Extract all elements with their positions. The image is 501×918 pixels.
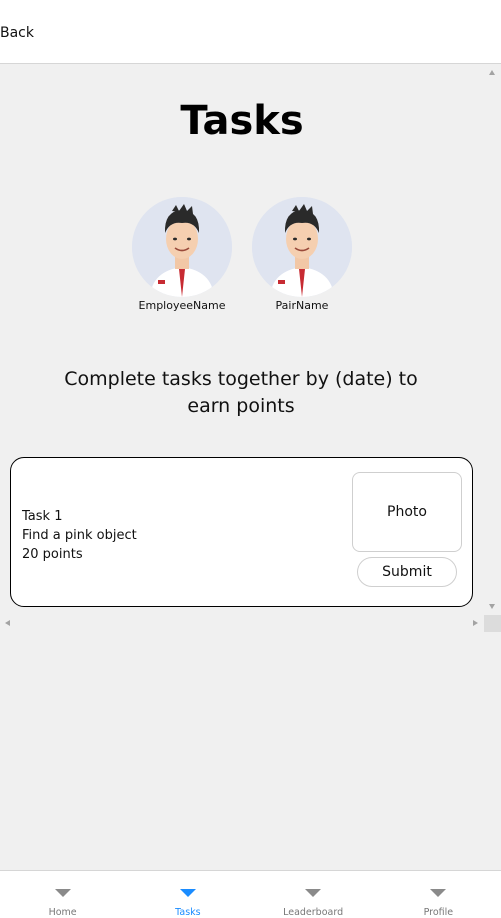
task-prompt: Complete tasks together by (date) to ear… — [64, 368, 418, 417]
pair-name-label: PairName — [275, 299, 329, 312]
scroll-left-icon[interactable] — [5, 620, 10, 626]
tasks-tab-icon — [179, 889, 196, 897]
tab-profile-label: Profile — [423, 907, 454, 918]
bottom-tab-bar: Home Tasks Leaderboard Profile — [0, 870, 501, 918]
pair-avatar-icon — [252, 197, 352, 297]
back-button[interactable]: Back — [0, 25, 34, 41]
pair-avatar-group: PairName — [252, 197, 352, 312]
tab-leaderboard-label: Leaderboard — [283, 907, 344, 918]
employee-name-label: EmployeeName — [138, 299, 226, 312]
tab-home-label: Home — [48, 907, 77, 918]
tab-tasks[interactable]: Tasks — [125, 871, 250, 918]
leaderboard-tab-icon — [305, 889, 322, 897]
vertical-scrollbar[interactable] — [484, 64, 501, 615]
task-title: Task 1 — [22, 509, 63, 524]
home-tab-icon — [54, 889, 71, 897]
employee-avatar-group: EmployeeName — [132, 197, 232, 312]
task-info: Task 1 Find a pink object 20 points — [22, 507, 137, 564]
page-title: Tasks — [180, 98, 304, 144]
tab-tasks-label: Tasks — [175, 907, 201, 918]
scroll-right-icon[interactable] — [473, 620, 478, 626]
task-card: Task 1 Find a pink object 20 points Phot… — [10, 457, 473, 607]
scroll-up-icon[interactable] — [489, 70, 495, 75]
main-content: Tasks EmployeeName PairName Complete tas… — [0, 64, 501, 870]
submit-button[interactable]: Submit — [357, 557, 457, 587]
tab-profile[interactable]: Profile — [376, 871, 501, 918]
photo-label: Photo — [387, 504, 427, 520]
scroll-corner — [484, 615, 501, 632]
profile-tab-icon — [430, 889, 447, 897]
top-bar: Back — [0, 0, 501, 64]
task-description: Find a pink object — [22, 528, 137, 543]
task-points: 20 points — [22, 547, 83, 562]
tab-leaderboard[interactable]: Leaderboard — [251, 871, 376, 918]
scroll-frame[interactable]: Tasks EmployeeName PairName Complete tas… — [0, 64, 501, 634]
scroll-down-icon[interactable] — [489, 604, 495, 609]
photo-upload-button[interactable]: Photo — [352, 472, 462, 552]
tab-home[interactable]: Home — [0, 871, 125, 918]
horizontal-scrollbar[interactable] — [0, 615, 484, 632]
employee-avatar-icon — [132, 197, 232, 297]
